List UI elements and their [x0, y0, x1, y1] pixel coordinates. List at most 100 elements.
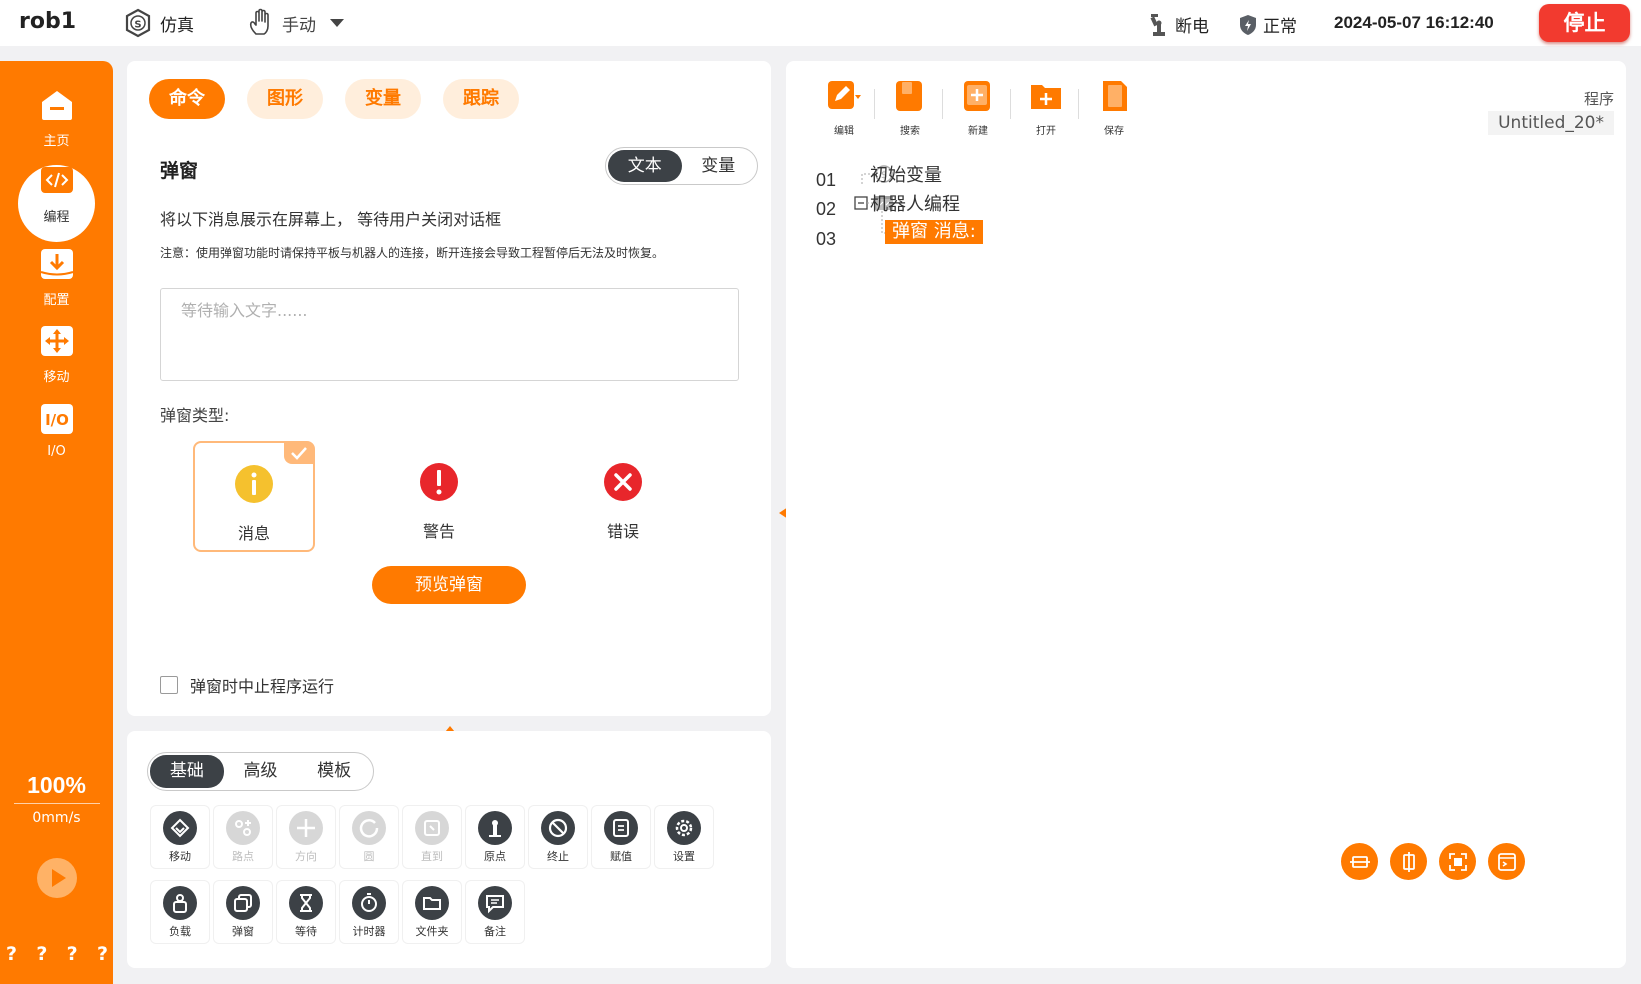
halt-icon [541, 811, 575, 845]
tool-direction[interactable]: 方向 [277, 806, 335, 868]
safety-status[interactable]: 正常 [1239, 12, 1297, 37]
sidebar-item-label: 主页 [43, 134, 70, 149]
tree-item-popup-selected[interactable]: 弹窗 消息: [885, 220, 983, 244]
caret-down-icon [330, 19, 344, 27]
download-icon [40, 249, 73, 279]
sidebar-item-label: 移动 [43, 370, 70, 385]
safety-label: 正常 [1263, 17, 1297, 37]
help-mark[interactable]: ? [97, 943, 108, 965]
tool-assign[interactable]: 赋值 [592, 806, 650, 868]
sidebar-item-move[interactable]: 移动 [0, 324, 113, 385]
command-panel: 命令 图形 变量 跟踪 弹窗 文本 变量 将以下消息展示在屏幕上， 等待用户关闭… [127, 61, 771, 716]
io-icon: I/O [40, 404, 73, 434]
tool-halt[interactable]: 终止 [529, 806, 587, 868]
text-variable-toggle: 文本 变量 [605, 147, 758, 185]
tool-until[interactable]: 直到 [403, 806, 461, 868]
line-number: 02 [816, 199, 837, 219]
popup-type-label: 弹窗类型: [160, 406, 230, 425]
sidebar-item-io[interactable]: I/O I/O [0, 402, 113, 459]
help-mark[interactable]: ? [36, 943, 47, 965]
open-button[interactable]: 打开 [1022, 79, 1070, 137]
search-button[interactable]: 搜索 [886, 79, 934, 137]
warning-icon [420, 463, 458, 501]
power-label: 断电 [1175, 17, 1209, 37]
halt-on-popup-option[interactable]: 弹窗时中止程序运行 [160, 673, 334, 697]
simulation-toggle[interactable]: S 仿真 [124, 8, 194, 38]
new-file-icon [964, 81, 990, 111]
speed-value: 0mm/s [32, 810, 81, 826]
tab-command[interactable]: 命令 [149, 79, 225, 119]
tool-label: 设置 [673, 850, 695, 863]
tool-comment[interactable]: 备注 [466, 881, 524, 943]
play-button[interactable] [37, 858, 77, 898]
edit-button[interactable]: 编辑 [820, 79, 868, 137]
popup-type-label-text: 消息 [237, 524, 270, 543]
tree-item-init-vars[interactable]: 初始变量 [870, 161, 942, 187]
tab-variables[interactable]: 变量 [345, 79, 421, 119]
info-icon [235, 465, 273, 503]
speed-indicator[interactable]: 100% 0mm/s [0, 772, 113, 826]
fit-view-button[interactable] [1439, 843, 1476, 880]
tool-move[interactable]: 移动 [151, 806, 209, 868]
tool-label: 文件夹 [415, 925, 449, 938]
toolbar-divider [1010, 89, 1011, 119]
tree-item-robot-program[interactable]: 机器人编程 [870, 190, 960, 216]
tool-timer[interactable]: 计时器 [340, 881, 398, 943]
tool-settings[interactable]: 设置 [655, 806, 713, 868]
tool-wait[interactable]: 等待 [277, 881, 335, 943]
preview-popup-button[interactable]: 预览弹窗 [372, 566, 526, 604]
timer-icon [352, 886, 386, 920]
expand-vertical-button[interactable] [1390, 843, 1427, 880]
expand-horizontal-icon [1349, 855, 1370, 868]
settings-icon [667, 811, 701, 845]
help-mark[interactable]: ? [67, 943, 78, 965]
program-panel: 编辑 搜索 新建 打开 保存 程序 Untitled_20* 01 02 03 … [786, 61, 1626, 968]
popup-type-message[interactable]: 消息 [193, 441, 315, 552]
new-button[interactable]: 新建 [954, 79, 1002, 137]
sidebar-item-programming[interactable]: 编程 [0, 164, 113, 225]
tool-label: 移动 [169, 850, 191, 863]
help-mark[interactable]: ? [6, 943, 17, 965]
tool-popup[interactable]: 弹窗 [214, 881, 272, 943]
tool-label: 负载 [169, 925, 191, 938]
toolbox-tabs: 基础 高级 模板 [147, 752, 374, 791]
halt-label: 弹窗时中止程序运行 [190, 677, 335, 696]
sidebar-item-home[interactable]: 主页 [0, 88, 113, 149]
home-icon [41, 91, 72, 120]
tool-folder[interactable]: 文件夹 [403, 881, 461, 943]
tool-waypoint[interactable]: 路点 [214, 806, 272, 868]
assign-icon [604, 811, 638, 845]
toolbar-divider [874, 89, 875, 119]
tab-template[interactable]: 模板 [297, 755, 371, 788]
tool-label: 备注 [484, 925, 506, 938]
tool-circle[interactable]: 圆 [340, 806, 398, 868]
tab-advanced[interactable]: 高级 [224, 755, 298, 788]
seg-text[interactable]: 文本 [608, 150, 682, 182]
popup-type-error[interactable]: 错误 [562, 441, 684, 552]
help-marks: ? ? ? ? [6, 943, 114, 965]
halt-checkbox[interactable] [160, 676, 178, 694]
console-button[interactable] [1488, 843, 1525, 880]
popup-type-warning[interactable]: 警告 [378, 441, 500, 552]
tool-payload[interactable]: 负载 [151, 881, 209, 943]
message-input[interactable]: 等待输入文字...... [160, 288, 739, 381]
tab-graphics[interactable]: 图形 [247, 79, 323, 119]
svg-text:I/O: I/O [45, 411, 69, 429]
mode-dropdown[interactable]: 手动 [246, 8, 344, 38]
tab-trace[interactable]: 跟踪 [443, 79, 519, 119]
tool-origin[interactable]: 原点 [466, 806, 524, 868]
stop-button[interactable]: 停止 [1539, 4, 1630, 42]
expand-horizontal-button[interactable] [1341, 843, 1378, 880]
panel-title: 弹窗 [160, 160, 199, 182]
console-icon [1497, 852, 1516, 871]
tool-label: 方向 [295, 850, 317, 863]
power-status[interactable]: 断电 [1149, 12, 1209, 37]
waypoint-icon [226, 811, 260, 845]
tab-basic[interactable]: 基础 [150, 755, 224, 788]
sidebar-item-config[interactable]: 配置 [0, 247, 113, 308]
tool-label: 弹窗 [232, 925, 254, 938]
fit-view-icon [1448, 852, 1467, 871]
svg-text:S: S [134, 20, 141, 31]
seg-variable[interactable]: 变量 [682, 150, 756, 182]
save-button[interactable]: 保存 [1090, 79, 1138, 137]
